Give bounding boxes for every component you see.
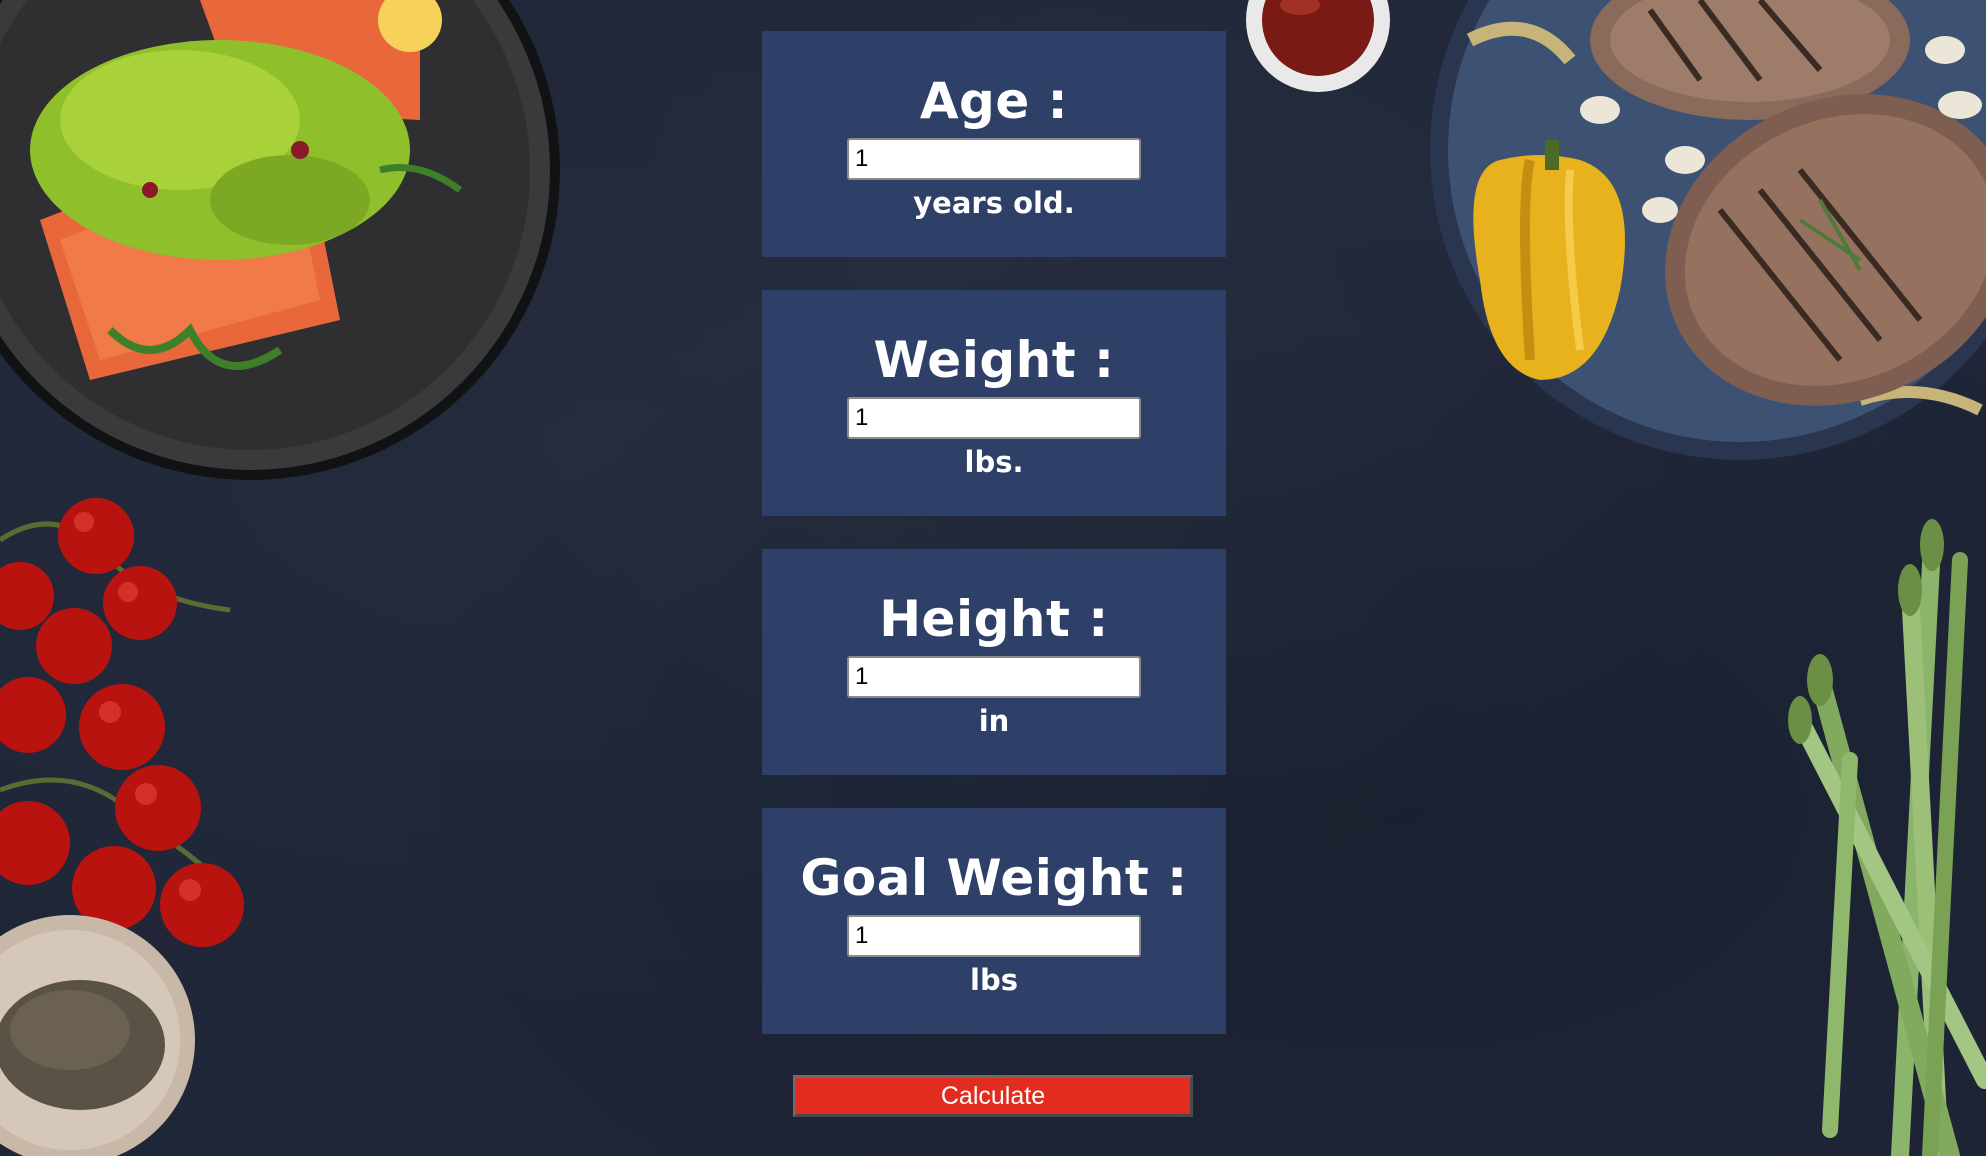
- goal-weight-input[interactable]: [847, 915, 1141, 957]
- calculate-button[interactable]: Calculate: [793, 1075, 1193, 1117]
- ketchup-bowl: [1246, 0, 1390, 92]
- height-label: Height :: [879, 590, 1109, 648]
- height-input[interactable]: [847, 656, 1141, 698]
- weight-label: Weight :: [873, 331, 1115, 389]
- cherry-tomatoes: [0, 498, 244, 947]
- weight-card: Weight : lbs.: [762, 290, 1226, 516]
- age-input[interactable]: [847, 138, 1141, 180]
- goal-weight-unit: lbs: [970, 963, 1018, 997]
- salmon-avocado-plate: [0, 0, 560, 480]
- goal-weight-label: Goal Weight :: [800, 849, 1188, 907]
- weight-unit: lbs.: [964, 445, 1024, 479]
- goal-weight-card: Goal Weight : lbs: [762, 808, 1226, 1034]
- age-unit: years old.: [913, 186, 1075, 220]
- pepper-bowl: [0, 915, 195, 1156]
- height-card: Height : in: [762, 549, 1226, 775]
- yellow-pepper: [1473, 140, 1625, 380]
- age-label: Age :: [919, 72, 1069, 130]
- calculator-form: Age : years old. Weight : lbs. Height : …: [762, 31, 1226, 1067]
- asparagus: [1788, 519, 1986, 1156]
- steak-pepper-plate: [1430, 0, 1986, 460]
- weight-input[interactable]: [847, 397, 1141, 439]
- height-unit: in: [978, 704, 1010, 738]
- age-card: Age : years old.: [762, 31, 1226, 257]
